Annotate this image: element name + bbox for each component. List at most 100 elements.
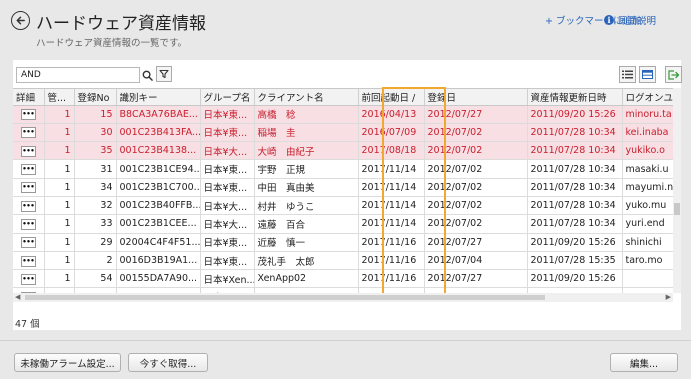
cell-updated: 2011/07/28 10:34 (527, 196, 623, 216)
cell-key: B8CA3A76BAE... (116, 105, 201, 124)
cell-key: 02004C4F4F51... (116, 233, 201, 252)
search-button[interactable] (140, 67, 154, 83)
table-row[interactable]: ••• 1 35 001C23B4138... 日本¥大... 大崎 由紀子 2017/08… (13, 141, 681, 161)
cell-reg-date: 2012/07/02 (424, 159, 528, 179)
scroll-right-icon[interactable]: ▶ (666, 293, 671, 301)
cell-reg-no: 35 (74, 141, 117, 161)
cell-group: 日本¥大... (200, 141, 255, 161)
cell-client: 村井 ゆうこ (254, 196, 359, 216)
row-detail-button[interactable]: ••• (20, 218, 36, 230)
table-row[interactable]: ••• 1 54 00155DA7A90... 日本¥Xen... XenApp02 201… (13, 269, 681, 289)
vertical-scrollbar[interactable] (673, 88, 681, 293)
cell-last-boot: 2017/11/14 (358, 159, 425, 179)
column-header-last-boot[interactable]: 前回起動日 / (358, 89, 425, 106)
cell-group: 日本¥東... (200, 105, 255, 124)
info-icon: i (604, 15, 614, 25)
row-detail-button[interactable]: ••• (20, 273, 36, 285)
cell-client: XenApp02 (254, 269, 359, 289)
edit-button[interactable]: 編集... (610, 353, 678, 372)
cell-updated: 2011/07/28 10:34 (527, 214, 623, 234)
filter-button[interactable] (156, 66, 172, 82)
list-icon (622, 70, 633, 79)
table-view-button[interactable] (639, 66, 656, 83)
cell-last-boot: 2017/11/16 (358, 233, 425, 252)
cell-reg-no: 31 (74, 159, 117, 179)
column-header-reg-date[interactable]: 登録日 (424, 89, 528, 106)
cell-client: 中田 真由美 (254, 178, 359, 197)
alarm-settings-button[interactable]: 未稼働アラーム設定... (14, 353, 121, 372)
row-detail-button[interactable]: ••• (20, 164, 36, 176)
table-row[interactable]: ••• 1 33 001C23B1CEE... 日本¥大... 遠藤 百合 2017/11/… (13, 214, 681, 234)
cell-mgmt: 1 (44, 141, 75, 161)
scroll-thumb[interactable] (25, 295, 545, 300)
column-header-group[interactable]: グループ名 (200, 89, 255, 106)
search-icon (142, 70, 153, 81)
row-detail-button[interactable]: ••• (20, 145, 36, 157)
row-detail-button[interactable]: ••• (20, 200, 36, 212)
search-input[interactable] (16, 67, 140, 83)
cell-group: 日本¥大... (200, 196, 255, 216)
table-row[interactable]: ••• 1 30 001C23B413FA... 日本¥東... 稲場 圭 2016/07/… (13, 123, 681, 143)
help-link[interactable]: i 画面説明 (604, 13, 656, 27)
cell-client: 大崎 由紀子 (254, 141, 359, 161)
column-header-updated[interactable]: 資産情報更新日時 (527, 89, 623, 106)
cell-reg-no: 2 (74, 251, 117, 271)
cell-client: 宇野 正規 (254, 159, 359, 179)
table-row[interactable]: ••• 1 2 0016D3B19A1... 日本¥東... 茂礼手 太郎 2017/11/… (13, 251, 681, 271)
row-detail-button[interactable]: ••• (20, 255, 36, 267)
table-row[interactable]: ••• 1 31 001C23B1CE94... 日本¥東... 宇野 正規 2017/11… (13, 159, 681, 179)
row-detail-button[interactable]: ••• (20, 182, 36, 194)
column-header-detail[interactable]: 詳細 (13, 89, 45, 106)
column-header-key[interactable]: 識別キー (116, 89, 201, 106)
cell-detail: ••• (13, 214, 45, 234)
cell-updated: 2011/07/28 10:34 (527, 141, 623, 161)
cell-last-boot: 2016/07/09 (358, 123, 425, 143)
export-button[interactable] (665, 66, 682, 83)
cell-client: 稲場 圭 (254, 123, 359, 143)
cell-key: 001C23B1C700... (116, 178, 201, 197)
cell-detail: ••• (13, 269, 45, 289)
cell-key: 001C23B4138... (116, 141, 201, 161)
cell-mgmt: 1 (44, 269, 75, 289)
cell-mgmt: 1 (44, 233, 75, 252)
cell-detail: ••• (13, 159, 45, 179)
column-header-mgmt[interactable]: 管... (44, 89, 75, 106)
cell-group: 日本¥Xen... (200, 269, 255, 289)
cell-mgmt: 1 (44, 123, 75, 143)
scroll-left-icon[interactable]: ◀ (15, 293, 20, 301)
row-detail-button[interactable]: ••• (20, 237, 36, 249)
fetch-now-button[interactable]: 今すぐ取得... (128, 353, 208, 372)
cell-reg-no: 30 (74, 123, 117, 143)
list-view-button[interactable] (619, 66, 636, 83)
cell-group: 日本¥東... (200, 159, 255, 179)
cell-key: 001C23B40FFB... (116, 196, 201, 216)
back-button[interactable] (11, 11, 30, 30)
cell-reg-no: 29 (74, 233, 117, 252)
cell-detail: ••• (13, 233, 45, 252)
help-link-label: 画面説明 (618, 16, 657, 27)
cell-last-boot: 2016/04/13 (358, 105, 425, 124)
cell-updated: 2011/09/20 15:26 (527, 233, 623, 252)
table-row[interactable]: ••• 1 29 02004C4F4F51... 日本¥東... 近藤 慎一 2017/11… (13, 233, 681, 252)
column-header-reg-no[interactable]: 登録No (74, 89, 117, 106)
cell-client: 遠藤 百合 (254, 214, 359, 234)
scroll-thumb[interactable] (674, 203, 680, 215)
horizontal-scrollbar[interactable]: ◀ ▶ (13, 293, 673, 302)
cell-reg-date: 2012/07/02 (424, 123, 528, 143)
cell-last-boot: 2017/11/16 (358, 251, 425, 271)
row-detail-button[interactable]: ••• (20, 109, 36, 121)
table-icon (642, 70, 653, 79)
cell-reg-date: 2012/07/02 (424, 178, 528, 197)
row-detail-button[interactable]: ••• (20, 127, 36, 139)
cell-mgmt: 1 (44, 251, 75, 271)
cell-detail: ••• (13, 251, 45, 271)
table-row[interactable]: ••• 1 32 001C23B40FFB... 日本¥大... 村井 ゆうこ 2017/1… (13, 196, 681, 216)
column-header-client[interactable]: クライアント名 (254, 89, 359, 106)
cell-detail: ••• (13, 196, 45, 216)
table-row[interactable]: ••• 1 15 B8CA3A76BAE... 日本¥東... 高橋 稔 2016/04/1… (13, 105, 681, 124)
cell-mgmt: 1 (44, 159, 75, 179)
export-icon (668, 69, 679, 80)
cell-last-boot: 2017/11/14 (358, 214, 425, 234)
table-row[interactable]: ••• 1 34 001C23B1C700... 日本¥東... 中田 真由美 2017/1… (13, 178, 681, 197)
cell-key: 00155DA7A90... (116, 269, 201, 289)
